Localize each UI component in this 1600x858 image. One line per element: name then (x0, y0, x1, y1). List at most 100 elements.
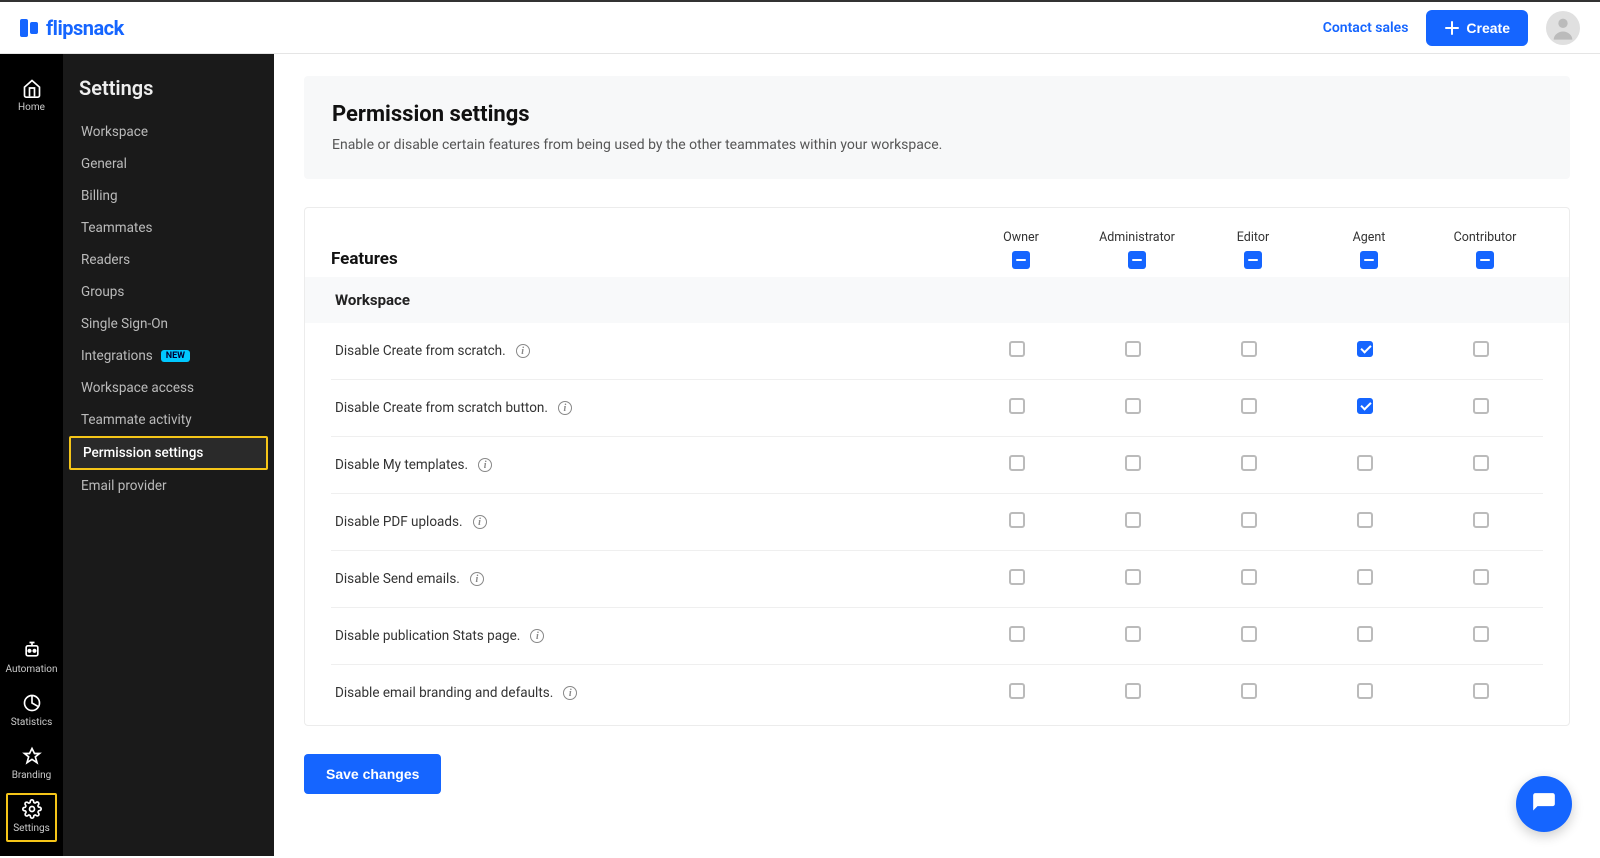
feature-label: Disable email branding and defaults.i (335, 685, 959, 701)
sidebar-item-label: Workspace (81, 124, 148, 140)
check-cell (1423, 569, 1539, 589)
sidebar-item-single-sign-on[interactable]: Single Sign-On (63, 308, 274, 340)
sidebar-item-integrations[interactable]: IntegrationsNEW (63, 340, 274, 372)
checkbox[interactable] (1009, 341, 1025, 357)
sidebar-item-teammates[interactable]: Teammates (63, 212, 274, 244)
check-cell (1075, 683, 1191, 703)
check-cell (959, 398, 1075, 418)
checkbox[interactable] (1473, 341, 1489, 357)
checkbox[interactable] (1009, 569, 1025, 585)
checkbox[interactable] (1357, 455, 1373, 471)
rail-item-home[interactable]: Home (0, 70, 63, 127)
checkbox[interactable] (1473, 512, 1489, 528)
branding-icon (22, 746, 42, 766)
checkbox[interactable] (1357, 626, 1373, 642)
checkbox[interactable] (1125, 683, 1141, 699)
rail-item-statistics[interactable]: Statistics (0, 685, 63, 738)
sidebar-item-label: Groups (81, 284, 124, 300)
checkbox[interactable] (1125, 512, 1141, 528)
indeterminate-checkbox[interactable] (1476, 251, 1494, 269)
rail-item-branding[interactable]: Branding (0, 738, 63, 791)
rail-item-settings[interactable]: Settings (0, 791, 63, 844)
checkbox[interactable] (1357, 341, 1373, 357)
role-header-editor: Editor (1195, 230, 1311, 269)
info-icon[interactable]: i (558, 401, 572, 415)
indeterminate-checkbox[interactable] (1012, 251, 1030, 269)
checkbox[interactable] (1473, 398, 1489, 414)
chat-widget-button[interactable] (1516, 776, 1572, 832)
check-cell (959, 512, 1075, 532)
role-label: Agent (1311, 230, 1427, 245)
new-badge: NEW (161, 350, 190, 362)
checkbox[interactable] (1125, 341, 1141, 357)
checkbox[interactable] (1009, 398, 1025, 414)
info-icon[interactable]: i (478, 458, 492, 472)
create-button[interactable]: Create (1426, 10, 1528, 46)
checkbox[interactable] (1241, 569, 1257, 585)
role-label: Administrator (1079, 230, 1195, 245)
logo[interactable]: flipsnack (20, 16, 124, 40)
checkbox[interactable] (1009, 626, 1025, 642)
check-cell (1307, 569, 1423, 589)
checkbox[interactable] (1241, 398, 1257, 414)
checkbox[interactable] (1241, 626, 1257, 642)
gear-icon (22, 799, 42, 819)
check-cell (1075, 626, 1191, 646)
save-changes-button[interactable]: Save changes (304, 754, 441, 794)
check-cell (1191, 683, 1307, 703)
checkbox[interactable] (1125, 569, 1141, 585)
avatar[interactable] (1546, 11, 1580, 45)
sidebar-item-label: Teammate activity (81, 412, 192, 428)
checkbox[interactable] (1125, 398, 1141, 414)
feature-row: Disable PDF uploads.i (331, 494, 1543, 551)
sidebar-item-email-provider[interactable]: Email provider (63, 470, 274, 502)
info-icon[interactable]: i (530, 629, 544, 643)
sidebar-item-permission-settings[interactable]: Permission settings (69, 436, 268, 470)
sidebar-item-general[interactable]: General (63, 148, 274, 180)
feature-label: Disable Create from scratch.i (335, 343, 959, 359)
info-icon[interactable]: i (470, 572, 484, 586)
rail-item-automation[interactable]: Automation (0, 632, 63, 685)
features-header: Features OwnerAdministratorEditorAgentCo… (331, 230, 1543, 269)
checkbox[interactable] (1125, 626, 1141, 642)
contact-sales-link[interactable]: Contact sales (1323, 20, 1409, 36)
check-cell (1191, 626, 1307, 646)
checkbox[interactable] (1009, 512, 1025, 528)
checkbox[interactable] (1357, 512, 1373, 528)
sidebar-item-teammate-activity[interactable]: Teammate activity (63, 404, 274, 436)
feature-row: Disable email branding and defaults.i (331, 665, 1543, 721)
sidebar-item-label: Billing (81, 188, 118, 204)
role-header-owner: Owner (963, 230, 1079, 269)
rail-label: Automation (6, 664, 58, 675)
checkbox[interactable] (1473, 683, 1489, 699)
sidebar-item-workspace-access[interactable]: Workspace access (63, 372, 274, 404)
indeterminate-checkbox[interactable] (1244, 251, 1262, 269)
indeterminate-checkbox[interactable] (1360, 251, 1378, 269)
indeterminate-checkbox[interactable] (1128, 251, 1146, 269)
checkbox[interactable] (1009, 455, 1025, 471)
feature-text: Disable Send emails. (335, 571, 460, 587)
checkbox[interactable] (1241, 683, 1257, 699)
checkbox[interactable] (1357, 569, 1373, 585)
role-header-administrator: Administrator (1079, 230, 1195, 269)
sidebar-item-billing[interactable]: Billing (63, 180, 274, 212)
checkbox[interactable] (1241, 341, 1257, 357)
checkbox[interactable] (1473, 626, 1489, 642)
checkbox[interactable] (1473, 569, 1489, 585)
sidebar-item-workspace[interactable]: Workspace (63, 116, 274, 148)
checkbox[interactable] (1473, 455, 1489, 471)
checkbox[interactable] (1125, 455, 1141, 471)
info-icon[interactable]: i (516, 344, 530, 358)
feature-label: Disable publication Stats page.i (335, 628, 959, 644)
feature-text: Disable My templates. (335, 457, 468, 473)
info-icon[interactable]: i (473, 515, 487, 529)
checkbox[interactable] (1357, 683, 1373, 699)
checkbox[interactable] (1241, 512, 1257, 528)
sidebar-item-readers[interactable]: Readers (63, 244, 274, 276)
checkbox[interactable] (1009, 683, 1025, 699)
checkbox[interactable] (1241, 455, 1257, 471)
sidebar-item-groups[interactable]: Groups (63, 276, 274, 308)
checkbox[interactable] (1357, 398, 1373, 414)
info-icon[interactable]: i (563, 686, 577, 700)
home-icon (22, 78, 42, 98)
